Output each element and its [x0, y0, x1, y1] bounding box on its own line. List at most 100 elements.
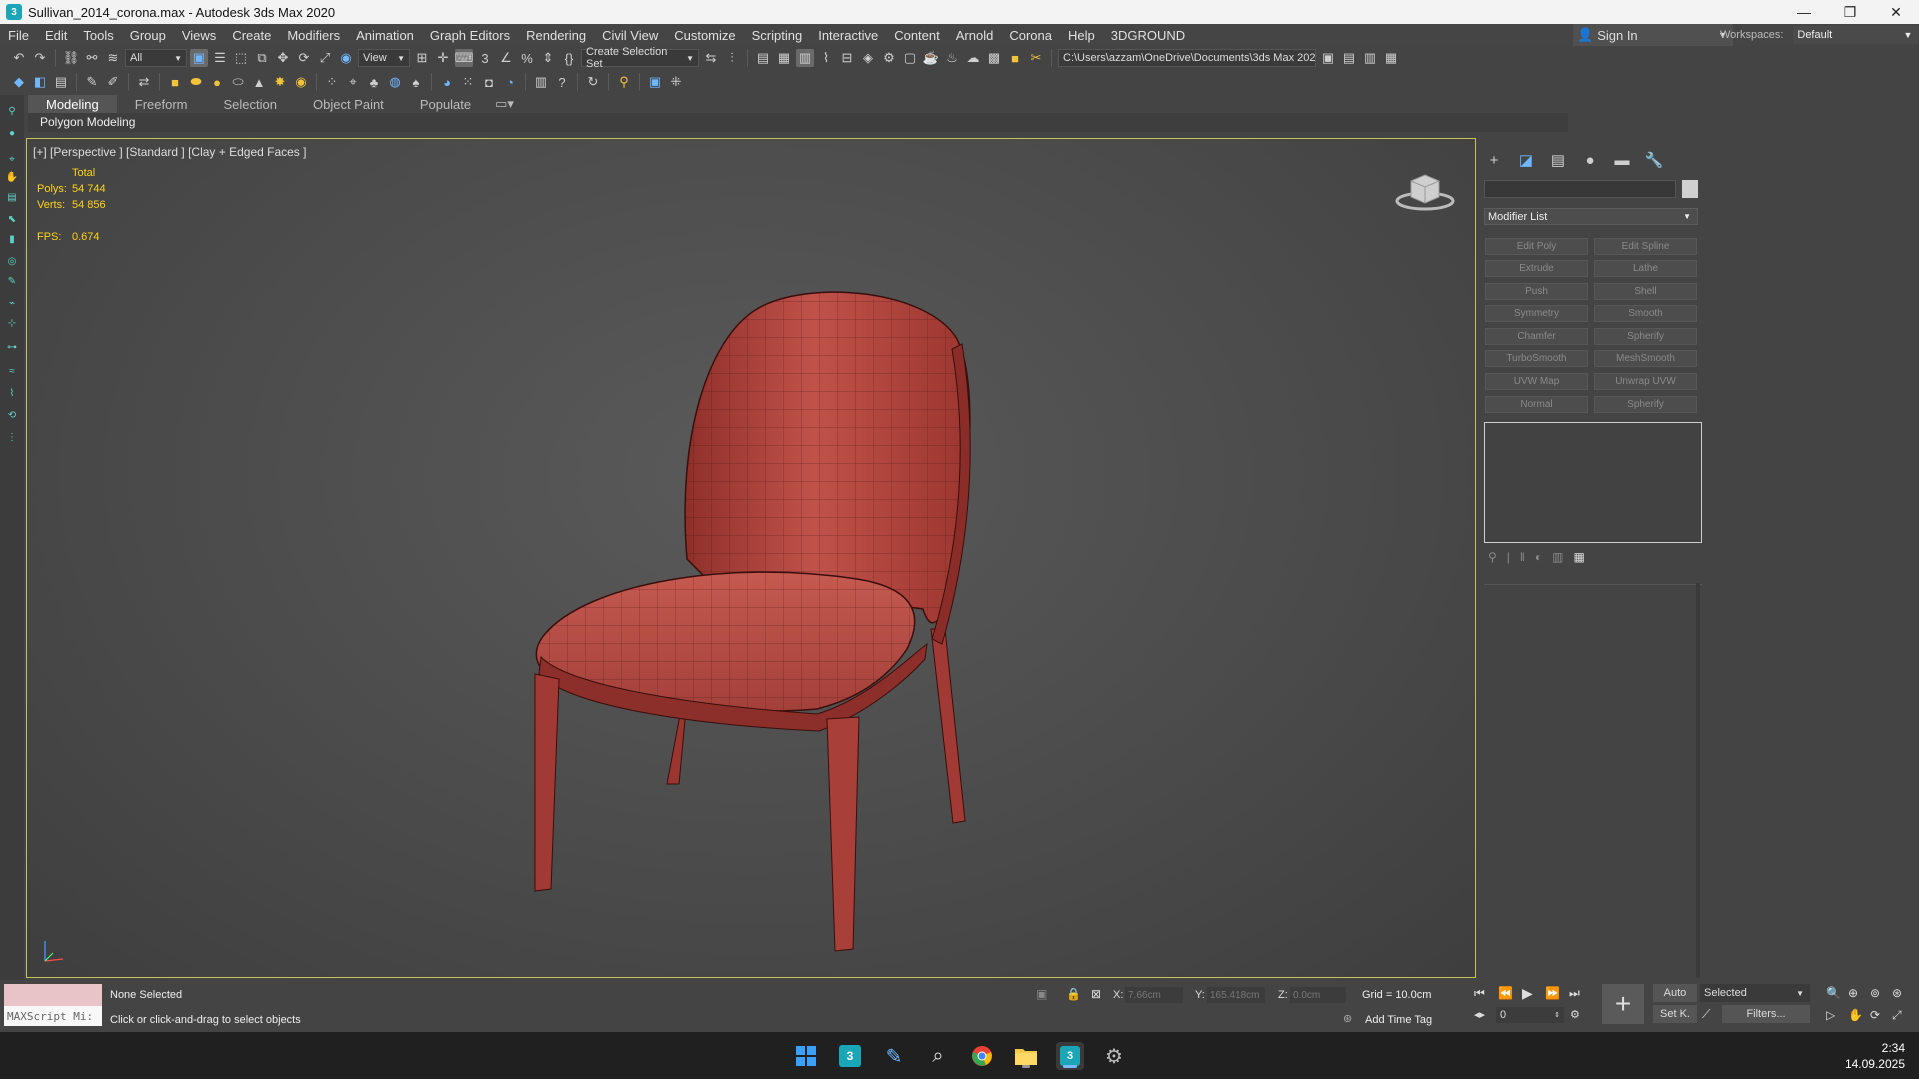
time-tag-icon[interactable]: ⊛	[1343, 1012, 1352, 1025]
proxy-icon[interactable]: ⌖	[344, 73, 362, 91]
modifier-button[interactable]: Shell	[1594, 283, 1697, 300]
menu-group[interactable]: Group	[122, 28, 174, 43]
orbit-icon[interactable]: ⟳	[1870, 1008, 1880, 1022]
modifier-button[interactable]: Spherify	[1594, 396, 1697, 413]
sphere-primitive-icon[interactable]: ●	[208, 73, 226, 91]
material-editor-icon[interactable]: ◈	[859, 49, 877, 67]
trash-icon[interactable]: ▥	[1552, 550, 1563, 564]
colored-material-icon[interactable]: ◘	[480, 73, 498, 91]
modifier-button[interactable]: Spherify	[1594, 328, 1697, 345]
named-selection-sets-dropdown[interactable]: Create Selection Set ▼	[581, 46, 699, 70]
dash-tool-icon[interactable]: ⋮	[6, 431, 18, 443]
menu-content[interactable]: Content	[886, 28, 948, 43]
modifier-button[interactable]: Unwrap UVW	[1594, 373, 1697, 390]
maxscript-mini-listener[interactable]: MAXScript Mi:	[4, 1006, 102, 1026]
maximize-button[interactable]: ❐	[1827, 0, 1873, 24]
key-filters-button[interactable]: Filters...	[1722, 1005, 1810, 1023]
y-coordinate-field[interactable]: 165.418cm	[1207, 987, 1265, 1003]
plane-primitive-icon[interactable]: ⬭	[229, 73, 247, 91]
render-cloud-icon[interactable]: ☁	[964, 49, 982, 67]
texture-icon[interactable]: ◔	[501, 73, 519, 91]
rectangular-selection-icon[interactable]: ⬚	[232, 49, 250, 67]
select-tool-icon[interactable]: ⬉	[6, 213, 18, 225]
render-setup-icon[interactable]: ⚙	[880, 49, 898, 67]
viewcube-icon[interactable]	[1393, 167, 1457, 213]
pin-tool-icon[interactable]: ⚲	[6, 105, 18, 117]
menu-graph-editors[interactable]: Graph Editors	[422, 28, 518, 43]
measure-tool-icon[interactable]: ⊹	[6, 317, 18, 329]
go-to-start-icon[interactable]: ⏮	[1474, 986, 1485, 1001]
select-object-icon[interactable]: ▣	[190, 49, 208, 67]
menu-scripting[interactable]: Scripting	[744, 28, 811, 43]
system-clock[interactable]: 2:34 14.09.2025	[1845, 1040, 1905, 1072]
placement-icon[interactable]: ◉	[337, 49, 355, 67]
object-color-swatch[interactable]	[1682, 180, 1698, 198]
3dsmax-taskbar-icon[interactable]: 3	[836, 1042, 864, 1070]
menu-corona[interactable]: Corona	[1001, 28, 1060, 43]
go-to-end-icon[interactable]: ⏭	[1569, 986, 1580, 1001]
explorer-icon[interactable]: ◧	[31, 73, 49, 91]
set-key-mode-button[interactable]: Set K.	[1653, 1005, 1697, 1023]
isolate-selection-icon[interactable]: ▣	[1036, 987, 1047, 1001]
workspaces-dropdown[interactable]: Default ▼	[1793, 26, 1919, 44]
new-project-icon[interactable]: ▦	[1382, 49, 1400, 67]
tab-selection[interactable]: Selection	[206, 95, 295, 113]
make-unique-icon[interactable]: ‖	[1520, 550, 1525, 564]
snap-tool-icon[interactable]: ⊶	[6, 341, 18, 353]
unlink-icon[interactable]: ⚯	[83, 49, 101, 67]
project-folder-dropdown[interactable]: C:\Users\azzam\OneDrive\Documents\3ds Ma…	[1058, 49, 1316, 67]
render-queue-icon[interactable]: ▩	[985, 49, 1003, 67]
file-explorer-taskbar-icon[interactable]	[1012, 1042, 1040, 1070]
modifier-button[interactable]: Extrude	[1485, 260, 1588, 277]
menu-edit[interactable]: Edit	[37, 28, 75, 43]
menu-arnold[interactable]: Arnold	[948, 28, 1002, 43]
ribbon-options-icon[interactable]: ▭▾	[489, 95, 520, 113]
loop-tool-icon[interactable]: ⟲	[6, 409, 18, 421]
layer-manager-icon[interactable]: ▤	[52, 73, 70, 91]
move-icon[interactable]: ✥	[274, 49, 292, 67]
zoom-extents-all-icon[interactable]: ⊛	[1892, 986, 1902, 1000]
modifier-button[interactable]: Symmetry	[1485, 305, 1588, 322]
modifier-stack[interactable]	[1484, 422, 1702, 543]
menu-animation[interactable]: Animation	[348, 28, 422, 43]
rotate-icon[interactable]: ⟳	[295, 49, 313, 67]
modifier-button[interactable]: Smooth	[1594, 305, 1697, 322]
selection-lock-icon[interactable]: 🔒	[1066, 987, 1081, 1001]
chair-model[interactable]	[27, 139, 1476, 978]
wave-tool-icon[interactable]: ≈	[6, 365, 18, 377]
display-tab-icon[interactable]: ▬	[1612, 150, 1632, 170]
modifier-button[interactable]: Chamfer	[1485, 328, 1588, 345]
link-icon[interactable]: ⛓	[62, 49, 80, 67]
pan-tool-icon[interactable]: ✋	[6, 171, 18, 183]
hierarchy-tab-icon[interactable]: ▤	[1548, 150, 1568, 170]
3dsmax-active-taskbar-icon[interactable]: 3	[1056, 1042, 1084, 1070]
box-primitive-icon[interactable]: ■	[166, 73, 184, 91]
modifier-button[interactable]: Edit Spline	[1594, 238, 1697, 255]
save-project-icon[interactable]: ▤	[1340, 49, 1358, 67]
polygon-modeling-label[interactable]: Polygon Modeling	[40, 115, 135, 129]
rotate-tool-icon[interactable]: ◎	[6, 255, 18, 267]
minimize-button[interactable]: —	[1781, 0, 1827, 24]
search-taskbar-icon[interactable]: ⌕	[924, 1042, 952, 1070]
select-manipulate-icon[interactable]: ✛	[434, 49, 452, 67]
modifier-button[interactable]: Normal	[1485, 396, 1588, 413]
zoom-extents-icon[interactable]: ⊚	[1870, 986, 1880, 1000]
modifier-button[interactable]: Edit Poly	[1485, 238, 1588, 255]
menu-views[interactable]: Views	[174, 28, 224, 43]
modifier-button[interactable]: MeshSmooth	[1594, 350, 1697, 367]
fb-icon[interactable]: ▣	[646, 73, 664, 91]
absolute-mode-icon[interactable]: ⊠	[1091, 987, 1101, 1001]
sign-in-dropdown[interactable]: 👤 Sign In ▼	[1573, 24, 1733, 46]
previous-frame-icon[interactable]: ⏪	[1498, 986, 1513, 1000]
tab-freeform[interactable]: Freeform	[117, 95, 206, 113]
tab-object-paint[interactable]: Object Paint	[295, 95, 402, 113]
window-crossing-icon[interactable]: ⧉	[253, 49, 271, 67]
windows-start-icon[interactable]	[792, 1042, 820, 1070]
redo-icon[interactable]: ↷	[31, 49, 49, 67]
pen-tool-taskbar-icon[interactable]: ✎	[880, 1042, 908, 1070]
percent-snap-icon[interactable]: %	[518, 49, 536, 67]
show-end-result-icon[interactable]: |	[1507, 550, 1510, 564]
paint-tool-icon[interactable]: ▮	[6, 233, 18, 245]
project-folder-icon[interactable]: ▥	[1361, 49, 1379, 67]
default-in-out-tangents-icon[interactable]: ⟋	[1702, 1007, 1710, 1022]
